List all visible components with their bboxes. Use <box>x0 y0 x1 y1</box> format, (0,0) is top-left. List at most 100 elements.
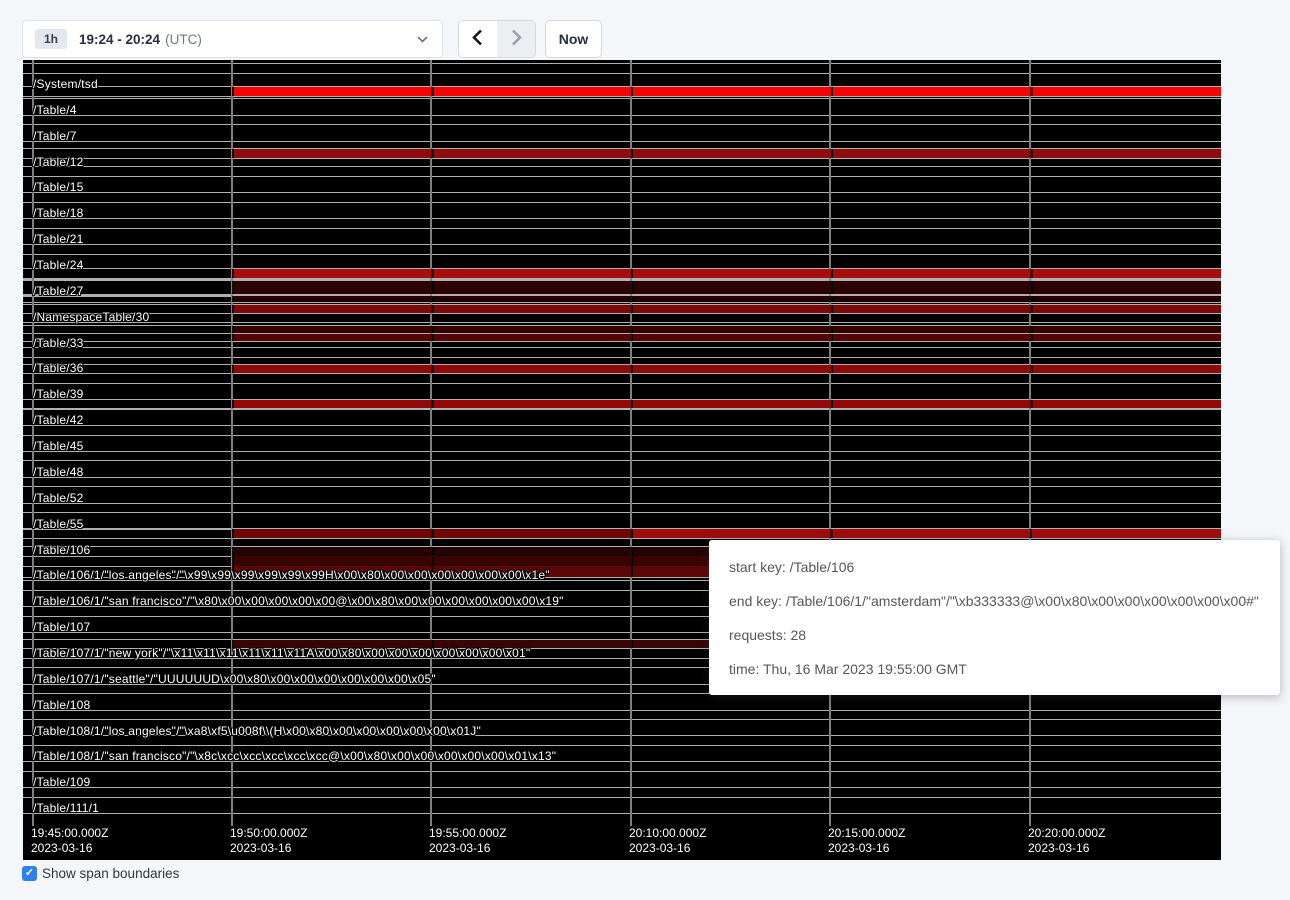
span-boundary-line <box>23 115 1221 116</box>
span-boundary-line <box>23 141 1221 142</box>
row-key-label: /Table/111/1 <box>33 801 99 815</box>
tooltip-end-key: end key: /Table/106/1/"amsterdam"/"\xb33… <box>729 588 1264 622</box>
span-boundaries-control[interactable]: ✓ Show span boundaries <box>22 866 179 881</box>
span-boundary-line <box>23 357 1221 358</box>
time-gridline <box>630 60 632 826</box>
prev-time-button[interactable] <box>459 21 497 57</box>
key-visualizer-plot: /System/tsd/Table/4/Table/7/Table/12/Tab… <box>23 60 1221 822</box>
row-key-label: /Table/39 <box>33 387 84 401</box>
heat-band[interactable] <box>232 529 631 538</box>
span-boundary-line <box>23 797 1221 798</box>
chevron-left-icon <box>472 29 483 49</box>
time-gridline <box>829 60 831 826</box>
row-key-label: /Table/107/1/"seattle"/"UUUUUUD\x00\x80\… <box>33 672 436 686</box>
row-key-label: /Table/24 <box>33 258 84 272</box>
time-gridline <box>231 60 233 826</box>
axis-tick-label: 20:15:00.000Z2023-03-16 <box>828 826 905 856</box>
next-time-button[interactable] <box>497 21 535 57</box>
show-span-boundaries-label[interactable]: Show span boundaries <box>42 866 179 881</box>
span-boundary-line <box>23 486 1221 487</box>
span-boundary-line <box>23 96 1221 97</box>
row-key-label: /NamespaceTable/30 <box>33 310 149 324</box>
span-boundary-line <box>23 408 1221 409</box>
span-boundary-line <box>23 313 1221 314</box>
span-boundary-line <box>23 813 1221 814</box>
row-key-label: /Table/7 <box>33 129 77 143</box>
row-key-label: /Table/27 <box>33 284 84 298</box>
tooltip-start-key: start key: /Table/106 <box>729 554 1264 588</box>
span-boundary-line <box>23 451 1221 452</box>
row-key-label: /Table/45 <box>33 439 84 453</box>
row-key-label: /Table/108 <box>33 698 90 712</box>
heat-band[interactable] <box>232 326 1221 333</box>
span-boundary-line <box>23 383 1221 384</box>
span-boundary-line <box>23 373 1221 374</box>
span-boundary-line <box>23 166 1221 167</box>
heat-band[interactable] <box>232 149 1221 158</box>
span-boundary-line <box>23 341 1221 342</box>
span-boundary-line <box>23 409 1221 410</box>
span-boundary-line <box>23 192 1221 193</box>
heat-band[interactable] <box>232 334 1221 341</box>
row-key-label: /Table/55 <box>33 517 84 531</box>
span-boundary-line <box>23 202 1221 203</box>
span-boundary-line <box>23 771 1221 772</box>
span-boundary-line <box>23 538 1221 539</box>
show-span-boundaries-checkbox[interactable]: ✓ <box>22 866 37 881</box>
span-boundary-line <box>23 158 1221 159</box>
axis-tick-label: 19:50:00.000Z2023-03-16 <box>230 826 307 856</box>
axis-tick-label: 19:55:00.000Z2023-03-16 <box>429 826 506 856</box>
row-key-label: /Table/48 <box>33 465 84 479</box>
row-key-label: /Table/108/1/"san francisco"/"\x8c\xcc\x… <box>33 749 556 763</box>
span-boundary-line <box>23 710 1221 711</box>
heat-band[interactable] <box>232 87 1221 96</box>
heat-band[interactable] <box>631 529 1221 538</box>
row-key-label: /Table/21 <box>33 232 84 246</box>
time-range-badge: 1h <box>35 29 67 49</box>
row-key-label: /Table/106/1/"los angeles"/"\x99\x99\x99… <box>33 568 550 582</box>
axis-tick-label: 19:45:00.000Z2023-03-16 <box>31 826 108 856</box>
span-boundary-line <box>23 322 1221 323</box>
chevron-down-icon <box>417 36 428 43</box>
span-boundary-line <box>23 98 1221 99</box>
time-range-select[interactable]: 1h 19:24 - 20:24 (UTC) <box>22 20 443 58</box>
time-nav-group <box>458 20 536 58</box>
now-button[interactable]: Now <box>545 20 602 58</box>
span-boundary-line <box>23 512 1221 513</box>
tooltip-time: time: Thu, 16 Mar 2023 19:55:00 GMT <box>729 656 1264 690</box>
row-key-label: /Table/107 <box>33 620 90 634</box>
heat-band[interactable] <box>232 365 1221 373</box>
span-boundary-line <box>23 254 1221 255</box>
span-boundary-line <box>23 124 1221 125</box>
row-key-label: /Table/107/1/"new york"/"\x11\x11\x11\x1… <box>33 646 530 660</box>
tooltip-requests: requests: 28 <box>729 622 1264 656</box>
row-key-label: /Table/18 <box>33 206 84 220</box>
heat-band[interactable] <box>232 400 1221 408</box>
row-key-label: /Table/42 <box>33 413 84 427</box>
span-boundary-line <box>23 435 1221 436</box>
span-boundary-line <box>23 278 1221 279</box>
row-key-label: /System/tsd <box>33 77 98 91</box>
span-boundary-line <box>23 302 1221 303</box>
heat-band[interactable] <box>232 296 1221 302</box>
row-key-label: /Table/108/1/"los angeles"/"\xa8\xf5\u00… <box>33 724 481 738</box>
span-boundary-line <box>23 347 1221 348</box>
heat-band[interactable] <box>232 281 1221 294</box>
time-gridline <box>1029 60 1031 826</box>
row-key-label: /Table/109 <box>33 775 90 789</box>
span-boundary-line <box>23 63 1221 64</box>
span-boundary-line <box>23 719 1221 720</box>
row-key-label: /Table/52 <box>33 491 84 505</box>
heat-band[interactable] <box>232 269 1221 278</box>
key-visualizer-canvas[interactable]: /System/tsd/Table/4/Table/7/Table/12/Tab… <box>23 60 1221 860</box>
time-axis: 19:45:00.000Z2023-03-16 19:50:00.000Z2023… <box>23 822 1221 860</box>
row-key-label: /Table/33 <box>33 336 84 350</box>
chevron-right-icon <box>511 29 522 49</box>
span-boundary-line <box>23 477 1221 478</box>
time-range-text: 19:24 - 20:24 <box>79 32 160 47</box>
span-boundary-line <box>23 425 1221 426</box>
span-boundary-line <box>23 745 1221 746</box>
time-gridline <box>430 60 432 826</box>
row-key-label: /Table/15 <box>33 180 84 194</box>
heat-band[interactable] <box>232 305 1221 313</box>
